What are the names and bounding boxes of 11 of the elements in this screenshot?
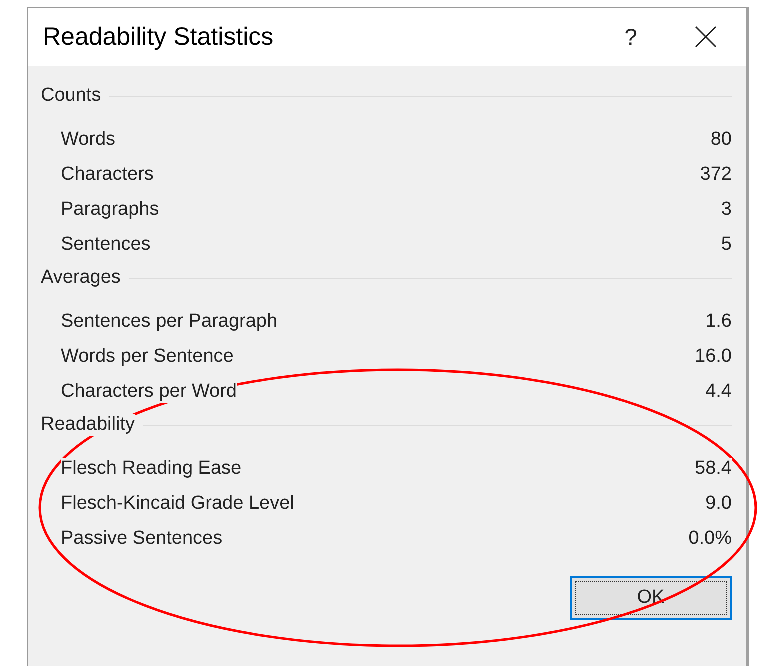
- window-title: Readability Statistics: [43, 22, 275, 52]
- help-button[interactable]: ?: [611, 24, 651, 50]
- stat-label: Sentences per Paragraph: [61, 310, 278, 332]
- ok-button[interactable]: OK: [570, 576, 732, 620]
- stat-label: Paragraphs: [61, 198, 160, 220]
- stat-label: Flesch Reading Ease: [61, 458, 242, 480]
- stat-label: Characters per Word: [61, 380, 237, 402]
- section-heading: Averages: [41, 267, 121, 289]
- close-icon: [695, 26, 717, 48]
- stat-label: Words per Sentence: [61, 346, 234, 368]
- section-heading: Readability: [41, 414, 135, 436]
